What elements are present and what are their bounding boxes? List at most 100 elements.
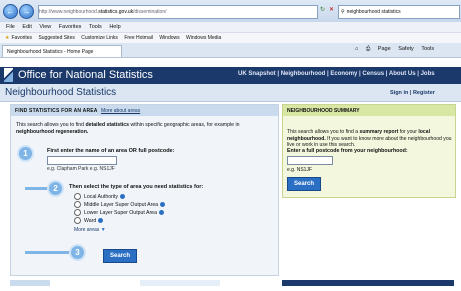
stop-icon[interactable]: ✕ [329, 6, 334, 13]
desc-text: This search allows you to find [16, 122, 86, 128]
summary-panel-header: NEIGHBOURHOOD SUMMARY [283, 105, 455, 116]
forward-button[interactable]: → [19, 4, 34, 19]
site-nav: UK Snapshot | Neighbourhood | Economy | … [238, 71, 435, 77]
summary-postcode-example: e.g. NS1JF [287, 167, 313, 173]
step-3-icon: 3 [69, 244, 86, 261]
info-icon[interactable] [158, 210, 164, 215]
back-button[interactable]: ← [3, 4, 18, 19]
summary-search-button[interactable]: Search [287, 177, 321, 191]
step-1-example: e.g. Clapham Park e.g. NS1JF [47, 166, 115, 172]
favorites-button[interactable]: Favorites [11, 35, 32, 41]
find-search-button[interactable]: Search [103, 249, 137, 263]
desc-text: within specific geographic areas, for ex… [129, 122, 240, 128]
ons-logo-icon [4, 68, 13, 82]
bottom-panel-middle [140, 280, 220, 286]
nav-jobs[interactable]: Jobs [421, 71, 435, 77]
fav-windows[interactable]: Windows [159, 35, 179, 41]
info-icon[interactable] [120, 194, 126, 199]
area-postcode-input[interactable] [47, 156, 117, 165]
star-icon: ★ [5, 35, 10, 41]
account-links: Sign in | Register [390, 90, 435, 96]
menu-edit[interactable]: Edit [22, 24, 31, 30]
step-1-label: First enter the name of an area OR full … [47, 148, 175, 154]
search-icon: ⚲ [341, 9, 345, 15]
radio-icon[interactable] [74, 193, 81, 200]
fav-suggested-sites[interactable]: Suggested Sites [38, 35, 74, 41]
more-about-areas-link[interactable]: More about areas [101, 108, 140, 114]
summary-panel-description: This search allows you to find a summary… [287, 129, 452, 149]
desc-bold: detailed statistics [85, 122, 130, 128]
menu-favorites[interactable]: Favorites [59, 24, 82, 30]
option-middle-layer[interactable]: Middle Layer Super Output Area [74, 201, 166, 208]
tool-safety[interactable]: Safety [398, 46, 414, 52]
command-bar: ⌂ ⎙ Page Safety Tools [355, 46, 434, 53]
desc-text: for your [398, 129, 419, 135]
desc-bold: summary report [359, 129, 399, 135]
find-panel-title: FIND STATISTICS FOR AN AREA [15, 108, 98, 114]
menu-view[interactable]: View [39, 24, 51, 30]
tool-page[interactable]: Page [378, 46, 391, 52]
find-panel-description: This search allows you to find detailed … [16, 122, 274, 136]
radio-icon[interactable] [74, 201, 81, 208]
address-bar-area: ← → http://www.neighbourhood.statistics.… [0, 0, 461, 22]
option-label: Local Authority [84, 193, 119, 200]
menu-help[interactable]: Help [109, 24, 120, 30]
section-header: Neighbourhood Statistics Sign in | Regis… [0, 84, 461, 102]
step-2-icon: 2 [47, 180, 64, 197]
url-suffix: /dissemination/ [133, 9, 167, 15]
info-icon[interactable] [98, 218, 104, 223]
find-panel-header: FIND STATISTICS FOR AN AREA More about a… [11, 105, 278, 116]
radio-icon[interactable] [74, 217, 81, 224]
url-input[interactable]: http://www.neighbourhood.statistics.gov.… [38, 5, 318, 19]
site-title[interactable]: Office for National Statistics [18, 69, 153, 82]
chevron-down-icon: ▼ [100, 227, 106, 233]
register-link[interactable]: Register [413, 90, 435, 96]
nav-uk-snapshot[interactable]: UK Snapshot [238, 71, 276, 77]
find-statistics-panel: FIND STATISTICS FOR AN AREA More about a… [10, 104, 279, 276]
print-icon[interactable]: ⎙ [366, 46, 370, 52]
summary-postcode-label: Enter a full postcode from your neighbou… [287, 148, 408, 154]
radio-icon[interactable] [74, 209, 81, 216]
bottom-panel-right [282, 280, 454, 286]
fav-customize-links[interactable]: Customize Links [81, 35, 118, 41]
option-label: Middle Layer Super Output Area [84, 201, 159, 208]
browser-tab[interactable]: Neighbourhood Statistics - Home Page [2, 45, 122, 57]
menu-tools[interactable]: Tools [89, 24, 102, 30]
tool-tools[interactable]: Tools [421, 46, 434, 52]
neighbourhood-summary-panel: NEIGHBOURHOOD SUMMARY This search allows… [282, 104, 456, 198]
sign-in-link[interactable]: Sign in [390, 90, 408, 96]
nav-census[interactable]: Census [362, 71, 384, 77]
menu-file[interactable]: File [6, 24, 15, 30]
option-label: Ward [84, 217, 97, 224]
option-ward[interactable]: Ward [74, 217, 104, 224]
refresh-icon[interactable]: ↻ [320, 6, 325, 13]
more-areas-label: More areas [74, 227, 100, 233]
step-2-arrow-icon [25, 187, 47, 190]
desc-bold: neighbourhood regeneration. [16, 129, 89, 135]
menu-bar: File Edit View Favorites Tools Help [0, 22, 461, 32]
step-2-label: Then select the type of area you need st… [69, 184, 204, 190]
url-prefix: http://www.neighbourhood. [39, 9, 99, 15]
option-local-authority[interactable]: Local Authority [74, 193, 126, 200]
summary-postcode-input[interactable] [287, 156, 333, 165]
more-areas-link[interactable]: More areas ▼ [74, 227, 106, 233]
browser-search-input[interactable]: ⚲ neighbourhood statistics [338, 5, 460, 19]
site-header: Office for National Statistics UK Snapsh… [0, 67, 461, 84]
summary-panel-title: NEIGHBOURHOOD SUMMARY [287, 108, 360, 114]
browser-search-text: neighbourhood statistics [346, 9, 401, 15]
desc-text: This search allows you to find a [287, 129, 360, 135]
fav-windows-media[interactable]: Windows Media [186, 35, 221, 41]
tab-title: Neighbourhood Statistics - Home Page [7, 49, 94, 55]
step-1-icon: 1 [17, 145, 34, 162]
step-3-arrow-icon [25, 251, 69, 254]
option-lower-layer[interactable]: Lower Layer Super Output Area [74, 209, 164, 216]
nav-economy[interactable]: Economy [330, 71, 357, 77]
page-title: Neighbourhood Statistics [5, 87, 117, 98]
nav-about-us[interactable]: About Us [389, 71, 416, 77]
home-icon[interactable]: ⌂ [355, 46, 358, 52]
option-label: Lower Layer Super Output Area [84, 209, 157, 216]
bottom-panel-left [10, 280, 50, 286]
fav-free-hotmail[interactable]: Free Hotmail [124, 35, 153, 41]
info-icon[interactable] [160, 202, 166, 207]
nav-neighbourhood[interactable]: Neighbourhood [281, 71, 326, 77]
